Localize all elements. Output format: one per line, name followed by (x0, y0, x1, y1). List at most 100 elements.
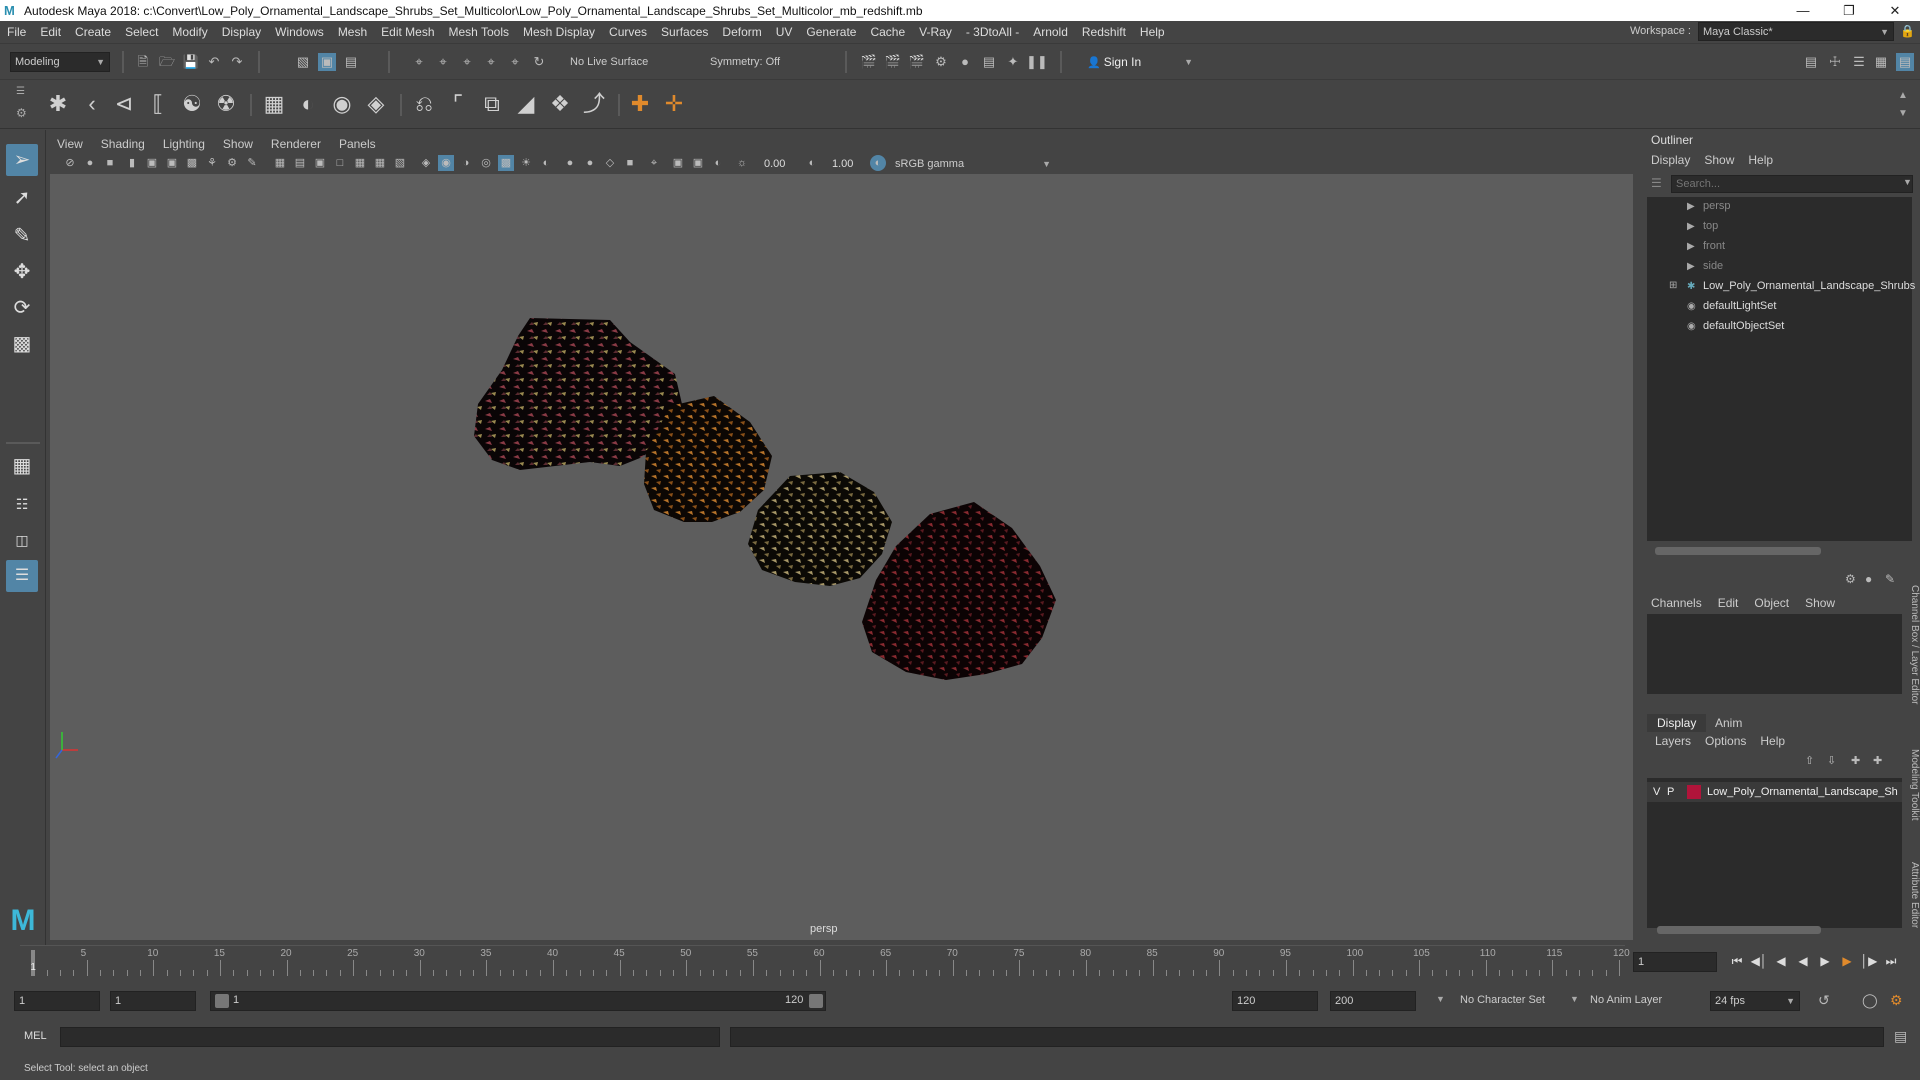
attribute-editor-icon[interactable]: ☰ (1850, 53, 1868, 71)
bookmark-icon[interactable]: ■ (102, 155, 118, 171)
channel-menu-edit[interactable]: Edit (1718, 596, 1739, 610)
outliner-search-input[interactable] (1671, 175, 1913, 193)
new-layer-selected-icon[interactable]: ✚ (1873, 754, 1882, 767)
tab-display[interactable]: Display (1647, 714, 1707, 732)
menu-generate[interactable]: Generate (799, 25, 863, 39)
poly-sphere-icon[interactable]: ◉ (328, 90, 356, 118)
range-start-handle[interactable] (215, 994, 229, 1008)
isolate-select-icon[interactable]: ◐ (538, 155, 554, 171)
menu-curves[interactable]: Curves (602, 25, 654, 39)
tab-attribute-editor[interactable]: Attribute Editor (1897, 850, 1920, 940)
gate-mask-icon[interactable]: ▩ (184, 155, 200, 171)
anti-alias-icon[interactable]: ▩ (498, 155, 514, 171)
channel-menu-object[interactable]: Object (1754, 596, 1789, 610)
ipr-render-icon[interactable]: 🎬 (908, 53, 926, 71)
safe-title-icon[interactable]: ✎ (244, 155, 260, 171)
multi-cut-icon[interactable]: ⧉ (478, 90, 506, 118)
pause-icon[interactable]: ❚❚ (1026, 53, 1048, 71)
color-management-icon[interactable]: ◐ (870, 155, 886, 171)
xray-icon[interactable]: ◈ (418, 155, 434, 171)
fps-dropdown[interactable]: 24 fps ▼ (1710, 991, 1800, 1011)
paint-select-icon[interactable]: ✎ (6, 220, 38, 252)
step-back-key-icon[interactable]: ◀ (1771, 952, 1791, 970)
layer-name[interactable]: Low_Poly_Ornamental_Landscape_Sh (1707, 782, 1898, 802)
frame-selected-icon[interactable]: ◐ (710, 155, 726, 171)
target-weld-icon[interactable]: ❖ (546, 90, 574, 118)
four-view-icon[interactable]: ☷ (6, 488, 38, 520)
menu-cache[interactable]: Cache (863, 25, 912, 39)
layer-menu-layers[interactable]: Layers (1655, 734, 1691, 748)
menu-create[interactable]: Create (68, 25, 118, 39)
safe-action-icon[interactable]: ⚙ (224, 155, 240, 171)
menu-mesh-tools[interactable]: Mesh Tools (442, 25, 516, 39)
snap-grid-icon[interactable]: ⌖ (410, 53, 428, 71)
symmetry-field[interactable]: Symmetry: Off (705, 52, 805, 72)
end-frame-field[interactable]: 120 (1232, 991, 1318, 1011)
color-space-dropdown[interactable]: sRGB gamma ▼ (890, 154, 1056, 172)
workspace-dropdown[interactable]: Maya Classic* ▼ (1698, 22, 1894, 41)
poly-cube-icon[interactable]: ◈ (362, 90, 390, 118)
xray-joints-icon[interactable]: ● (562, 155, 578, 171)
animation-prefs-icon[interactable]: ⚙ (1890, 992, 1903, 1009)
film-gate-icon[interactable]: ▣ (144, 155, 160, 171)
layer-menu-help[interactable]: Help (1760, 734, 1785, 748)
hypershade-icon[interactable]: ● (956, 53, 974, 71)
menu-arnold[interactable]: Arnold (1026, 25, 1075, 39)
open-scene-icon[interactable]: 🗁 (158, 53, 176, 71)
range-slider[interactable]: 1 120 (210, 991, 826, 1011)
bevel-edge-icon[interactable]: ◢ (512, 90, 540, 118)
ep-curve-icon[interactable]: ⊲ (110, 90, 138, 118)
two-view-icon[interactable]: ◫ (6, 524, 38, 556)
character-set-label[interactable]: No Character Set (1460, 994, 1545, 1006)
layer-playback-toggle[interactable]: P (1667, 782, 1674, 802)
anim-end-field[interactable]: 200 (1330, 991, 1416, 1011)
outliner-item-default-light-set[interactable]: ◉ defaultLightSet (1687, 297, 1776, 315)
layer-scrollbar[interactable] (1657, 926, 1821, 934)
filter-icon[interactable]: ☰ (1651, 176, 1662, 190)
render-frame-icon[interactable]: 🎬 (860, 53, 878, 71)
script-editor-icon[interactable]: ▤ (1894, 1028, 1907, 1045)
menu-surfaces[interactable]: Surfaces (654, 25, 715, 39)
new-scene-icon[interactable]: 🗎 (134, 53, 152, 71)
outliner-scrollbar[interactable] (1655, 547, 1821, 555)
extrude-icon[interactable]: ⌜ (444, 90, 472, 118)
gamma-field[interactable]: 1.00 (832, 156, 872, 172)
shelf-settings-icon[interactable]: ⚙ (16, 106, 27, 120)
edge-loop-icon[interactable]: ⤴ (580, 90, 608, 118)
render-settings-icon[interactable]: ⚙ (932, 53, 950, 71)
viewport-3d[interactable] (50, 174, 1633, 940)
menu-edit[interactable]: Edit (33, 25, 68, 39)
frame-all-icon[interactable]: ▣ (690, 155, 706, 171)
step-forward-icon[interactable]: │▶ (1859, 952, 1879, 970)
bevel-icon[interactable]: ◐ (294, 90, 322, 118)
chevron-down-icon[interactable]: ▼ (1570, 994, 1579, 1004)
panel-menu-show[interactable]: Show (214, 137, 262, 151)
mode-dropdown[interactable]: Modeling ▼ (10, 52, 110, 72)
menu-edit-mesh[interactable]: Edit Mesh (374, 25, 441, 39)
menu-select[interactable]: Select (118, 25, 165, 39)
curve-tool-icon[interactable]: ‹ (78, 90, 106, 118)
start-frame-field[interactable]: 1 (14, 991, 100, 1011)
snap-rotate-icon[interactable]: ↻ (530, 53, 548, 71)
menu-mesh[interactable]: Mesh (331, 25, 374, 39)
panel-menu-view[interactable]: View (48, 137, 92, 151)
outliner-menu-help[interactable]: Help (1748, 153, 1773, 167)
default-material-icon[interactable]: □ (332, 155, 348, 171)
loop-icon[interactable]: ↺ (1818, 992, 1830, 1009)
modeling-toolkit-icon[interactable]: ▤ (1802, 53, 1820, 71)
toggle-panel-icon[interactable]: ▣ (670, 155, 686, 171)
close-icon[interactable]: ✕ (1872, 0, 1918, 21)
bridge-icon[interactable]: ⎌ (410, 90, 438, 118)
save-scene-icon[interactable]: 💾 (182, 53, 200, 71)
outliner-menu-display[interactable]: Display (1651, 153, 1690, 167)
channel-tool-icon[interactable]: ⚙ (1845, 572, 1856, 586)
menu-file[interactable]: File (0, 25, 33, 39)
layer-visibility-toggle[interactable]: V (1653, 782, 1660, 802)
channel-edit-icon[interactable]: ✎ (1885, 572, 1895, 586)
menu-deform[interactable]: Deform (715, 25, 768, 39)
human-ik-icon[interactable]: ☩ (1826, 53, 1844, 71)
step-back-icon[interactable]: ◀│ (1749, 952, 1769, 970)
layer-up-icon[interactable]: ⇧ (1805, 754, 1814, 767)
exposure-field[interactable]: 0.00 (764, 156, 804, 172)
snap-curve-icon[interactable]: ⌖ (434, 53, 452, 71)
